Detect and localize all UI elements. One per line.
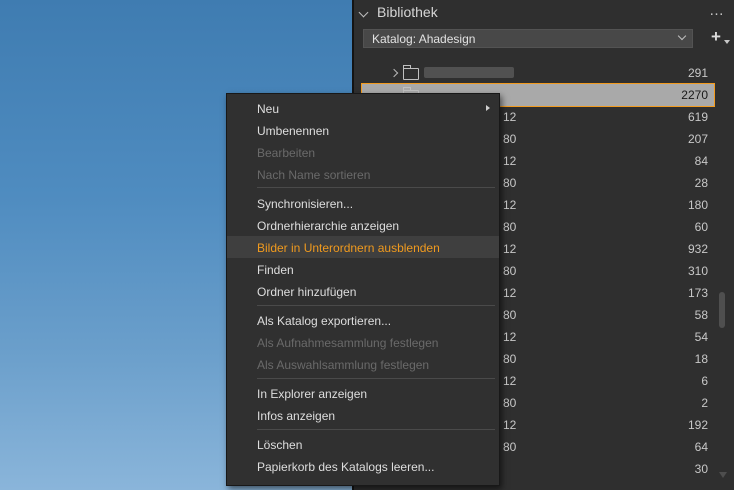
folder-count: 2 — [701, 396, 708, 410]
menu-item-als-katalog-exportieren[interactable]: Als Katalog exportieren... — [227, 309, 499, 331]
folder-label: 80 — [503, 220, 517, 234]
scroll-down-arrow-icon[interactable] — [719, 472, 727, 478]
menu-item-umbenennen[interactable]: Umbenennen — [227, 119, 499, 141]
folder-label: 12 — [503, 374, 517, 388]
folder-count: 180 — [687, 198, 708, 212]
menu-item-label: Löschen — [257, 438, 303, 452]
folder-count: 207 — [687, 132, 708, 146]
folder-count: 28 — [694, 176, 708, 190]
menu-item-label: Synchronisieren... — [257, 197, 354, 211]
scrollbar-thumb[interactable] — [719, 292, 725, 328]
menu-item-neu[interactable]: Neu — [227, 97, 499, 119]
folder-label: 80 — [503, 264, 517, 278]
menu-item-label: Bilder in Unterordnern ausblenden — [257, 241, 440, 255]
folder-row[interactable]: 291 — [362, 62, 714, 84]
menu-item-bearbeiten: Bearbeiten — [227, 141, 499, 163]
menu-item-loeschen[interactable]: Löschen — [227, 433, 499, 455]
add-icon[interactable]: + — [711, 28, 721, 45]
menu-item-in-explorer-anzeigen[interactable]: In Explorer anzeigen — [227, 382, 499, 404]
folder-count: 64 — [694, 440, 708, 454]
folder-count: 54 — [694, 330, 708, 344]
folder-label: 12 — [503, 110, 517, 124]
menu-item-label: Papierkorb des Katalogs leeren... — [257, 460, 435, 474]
folder-label: 80 — [503, 396, 517, 410]
scrollbar[interactable] — [718, 56, 727, 482]
menu-item-infos-anzeigen[interactable]: Infos anzeigen — [227, 404, 499, 426]
submenu-arrow-icon — [486, 105, 490, 111]
menu-item-label: Neu — [257, 102, 280, 116]
folder-label: 12 — [503, 154, 517, 168]
menu-item-ordnerhierarchie-anzeigen[interactable]: Ordnerhierarchie anzeigen — [227, 214, 499, 236]
panel-title: Bibliothek — [377, 4, 438, 20]
menu-item-synchronisieren[interactable]: Synchronisieren... — [227, 192, 499, 214]
folder-count: 291 — [687, 66, 708, 80]
folder-count: 173 — [687, 286, 708, 300]
folder-label: 12 — [503, 330, 517, 344]
menu-item-als-aufnahmesammlung: Als Aufnahmesammlung festlegen — [227, 331, 499, 353]
folder-icon — [403, 65, 419, 80]
menu-item-label: Als Auswahlsammlung festlegen — [257, 358, 430, 372]
menu-item-label: Als Katalog exportieren... — [257, 314, 392, 328]
folder-label: 12 — [503, 286, 517, 300]
folder-count: 192 — [687, 418, 708, 432]
menu-item-label: Ordner hinzufügen — [257, 285, 357, 299]
folder-label: 12 — [503, 418, 517, 432]
menu-item-nach-name-sortieren: Nach Name sortieren — [227, 163, 499, 185]
context-menu: Neu Umbenennen Bearbeiten Nach Name sort… — [226, 93, 500, 486]
folder-label: 80 — [503, 132, 517, 146]
folder-count: 84 — [694, 154, 708, 168]
folder-label: 12 — [503, 242, 517, 256]
menu-item-label: Nach Name sortieren — [257, 168, 371, 182]
menu-item-label: Infos anzeigen — [257, 409, 336, 423]
menu-item-label: In Explorer anzeigen — [257, 387, 368, 401]
panel-header[interactable]: Bibliothek … — [354, 0, 734, 26]
menu-item-ordner-hinzufuegen[interactable]: Ordner hinzufügen — [227, 280, 499, 302]
catalog-dropdown[interactable]: Katalog: Ahadesign — [363, 29, 693, 48]
menu-item-papierkorb-leeren[interactable]: Papierkorb des Katalogs leeren... — [227, 455, 499, 477]
folder-label: 80 — [503, 440, 517, 454]
menu-separator — [257, 305, 495, 306]
menu-item-label: Ordnerhierarchie anzeigen — [257, 219, 400, 233]
redacted-folder-name — [424, 67, 514, 78]
menu-item-bilder-ausblenden[interactable]: Bilder in Unterordnern ausblenden — [227, 236, 499, 258]
menu-item-label: Umbenennen — [257, 124, 330, 138]
chevron-right-icon[interactable] — [389, 68, 399, 78]
folder-count: 18 — [694, 352, 708, 366]
more-options-icon[interactable]: … — [709, 2, 724, 19]
folder-count: 2270 — [681, 88, 708, 102]
menu-item-finden[interactable]: Finden — [227, 258, 499, 280]
folder-count: 30 — [694, 462, 708, 476]
chevron-down-icon — [677, 31, 687, 41]
folder-label: 80 — [503, 308, 517, 322]
folder-count: 60 — [694, 220, 708, 234]
folder-label: 80 — [503, 176, 517, 190]
folder-count: 6 — [701, 374, 708, 388]
menu-separator — [257, 187, 495, 188]
menu-separator — [257, 429, 495, 430]
menu-item-als-auswahlsammlung: Als Auswahlsammlung festlegen — [227, 353, 499, 375]
menu-item-label: Finden — [257, 263, 294, 277]
catalog-label: Katalog: Ahadesign — [372, 32, 476, 46]
menu-item-label: Als Aufnahmesammlung festlegen — [257, 336, 439, 350]
folder-label: 80 — [503, 352, 517, 366]
folder-count: 932 — [687, 242, 708, 256]
folder-count: 310 — [687, 264, 708, 278]
chevron-down-icon[interactable] — [358, 7, 369, 18]
caret-down-icon[interactable] — [724, 40, 730, 44]
menu-separator — [257, 378, 495, 379]
folder-label: 12 — [503, 198, 517, 212]
folder-count: 619 — [687, 110, 708, 124]
folder-count: 58 — [694, 308, 708, 322]
menu-item-label: Bearbeiten — [257, 146, 316, 160]
